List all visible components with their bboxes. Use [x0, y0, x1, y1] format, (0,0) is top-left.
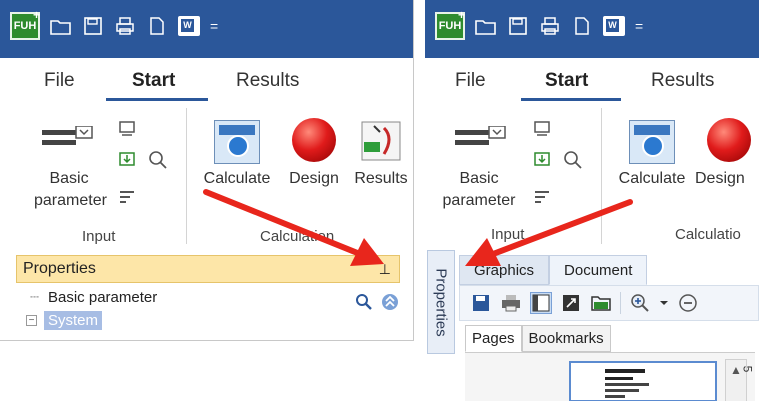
- red-arrow: [465, 199, 633, 266]
- left-screenshot: FUH + W = File Start Results Basic param…: [0, 0, 414, 341]
- red-arrow: [203, 189, 384, 266]
- right-screenshot: FUH + W = File Start Results Basic param…: [425, 0, 759, 401]
